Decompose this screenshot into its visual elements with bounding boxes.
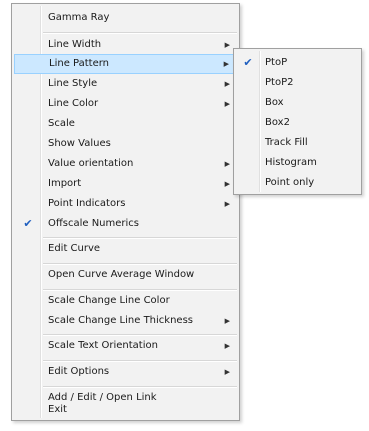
menu-item-gamma-ray[interactable]: Gamma Ray — [14, 8, 237, 28]
menu-item-label: Show Values — [48, 138, 111, 149]
submenu-item-box2[interactable]: Box2 — [236, 113, 359, 133]
menu-item-label: Scale Change Line Thickness — [48, 315, 193, 326]
menu-item-label: Value orientation — [48, 158, 134, 169]
menu-item-line-width[interactable]: Line Width ▶ — [14, 35, 237, 55]
submenu-arrow-icon: ▶ — [224, 368, 230, 376]
menu-item-scale[interactable]: Scale — [14, 114, 237, 134]
menu-item-exit[interactable]: Exit — [14, 400, 237, 420]
submenu-item-box[interactable]: Box — [236, 93, 359, 113]
menu-item-line-pattern[interactable]: Line Pattern ▶ — [14, 54, 237, 74]
submenu-item-ptop2[interactable]: PtoP2 — [236, 73, 359, 93]
menu-item-show-values[interactable]: Show Values — [14, 134, 237, 154]
menu-item-scale-text-orientation[interactable]: Scale Text Orientation ▶ — [14, 336, 237, 356]
menu-item-label: Line Style — [48, 78, 98, 89]
menu-item-edit-options[interactable]: Edit Options ▶ — [14, 362, 237, 382]
submenu-item-label: PtoP2 — [265, 77, 294, 88]
menu-item-scale-change-line-color[interactable]: Scale Change Line Color — [14, 291, 237, 311]
screen: Gamma Ray Line Width ▶ Line Pattern ▶ Li… — [0, 0, 369, 431]
menu-item-label: Edit Curve — [48, 243, 101, 254]
menu-item-label: Point Indicators — [48, 198, 126, 209]
menu-item-value-orientation[interactable]: Value orientation ▶ — [14, 154, 237, 174]
menu-item-scale-change-line-thickness[interactable]: Scale Change Line Thickness ▶ — [14, 311, 237, 331]
menu-item-offscale-numerics[interactable]: ✔ Offscale Numerics — [14, 214, 237, 234]
submenu-item-label: Track Fill — [265, 137, 308, 148]
submenu-arrow-icon: ▶ — [224, 180, 230, 188]
submenu-item-ptop[interactable]: ✔ PtoP — [236, 53, 359, 73]
menu-item-line-style[interactable]: Line Style ▶ — [14, 74, 237, 94]
menu-item-label: Gamma Ray — [48, 12, 110, 23]
menu-item-label: Open Curve Average Window — [48, 269, 195, 280]
menu-item-label: Scale — [48, 118, 75, 129]
submenu-item-track-fill[interactable]: Track Fill — [236, 133, 359, 153]
submenu-item-label: Point only — [265, 177, 315, 188]
submenu-item-label: Histogram — [265, 157, 317, 168]
menu-item-label: Line Width — [48, 39, 102, 50]
menu-item-label: Import — [48, 178, 82, 189]
menu-item-label: Line Pattern — [49, 58, 109, 69]
submenu-arrow-icon: ▶ — [224, 80, 230, 88]
menu-item-open-curve-average-window[interactable]: Open Curve Average Window — [14, 265, 237, 285]
menu-item-label: Scale Change Line Color — [48, 295, 170, 306]
menu-item-label: Offscale Numerics — [48, 218, 140, 229]
submenu-item-label: PtoP — [265, 57, 288, 68]
submenu-arrow-icon: ▶ — [224, 342, 230, 350]
menu-separator — [43, 32, 237, 34]
menu-item-edit-curve[interactable]: Edit Curve — [14, 239, 237, 259]
menu-item-label: Line Color — [48, 98, 99, 109]
submenu-arrow-icon: ▶ — [224, 317, 230, 325]
menu-item-line-color[interactable]: Line Color ▶ — [14, 94, 237, 114]
menu-item-label: Scale Text Orientation — [48, 340, 158, 351]
menu-item-point-indicators[interactable]: Point Indicators ▶ — [14, 194, 237, 214]
submenu-arrow-icon: ▶ — [224, 41, 230, 49]
submenu-arrow-icon: ▶ — [224, 100, 230, 108]
submenu-arrow-icon: ▶ — [224, 160, 230, 168]
menu-item-label: Exit — [48, 404, 67, 415]
submenu-item-histogram[interactable]: Histogram — [236, 153, 359, 173]
submenu-item-label: Box — [265, 97, 284, 108]
submenu-item-label: Box2 — [265, 117, 290, 128]
menu-item-label: Edit Options — [48, 366, 110, 377]
submenu-arrow-icon: ▶ — [223, 60, 229, 68]
line-pattern-submenu: ✔ PtoP PtoP2 Box Box2 Track Fill Histogr… — [233, 48, 362, 195]
menu-item-import[interactable]: Import ▶ — [14, 174, 237, 194]
submenu-arrow-icon: ▶ — [224, 200, 230, 208]
checkmark-icon: ✔ — [23, 217, 33, 230]
context-menu: Gamma Ray Line Width ▶ Line Pattern ▶ Li… — [11, 3, 240, 421]
checkmark-icon: ✔ — [243, 56, 253, 69]
submenu-item-point-only[interactable]: Point only — [236, 173, 359, 193]
